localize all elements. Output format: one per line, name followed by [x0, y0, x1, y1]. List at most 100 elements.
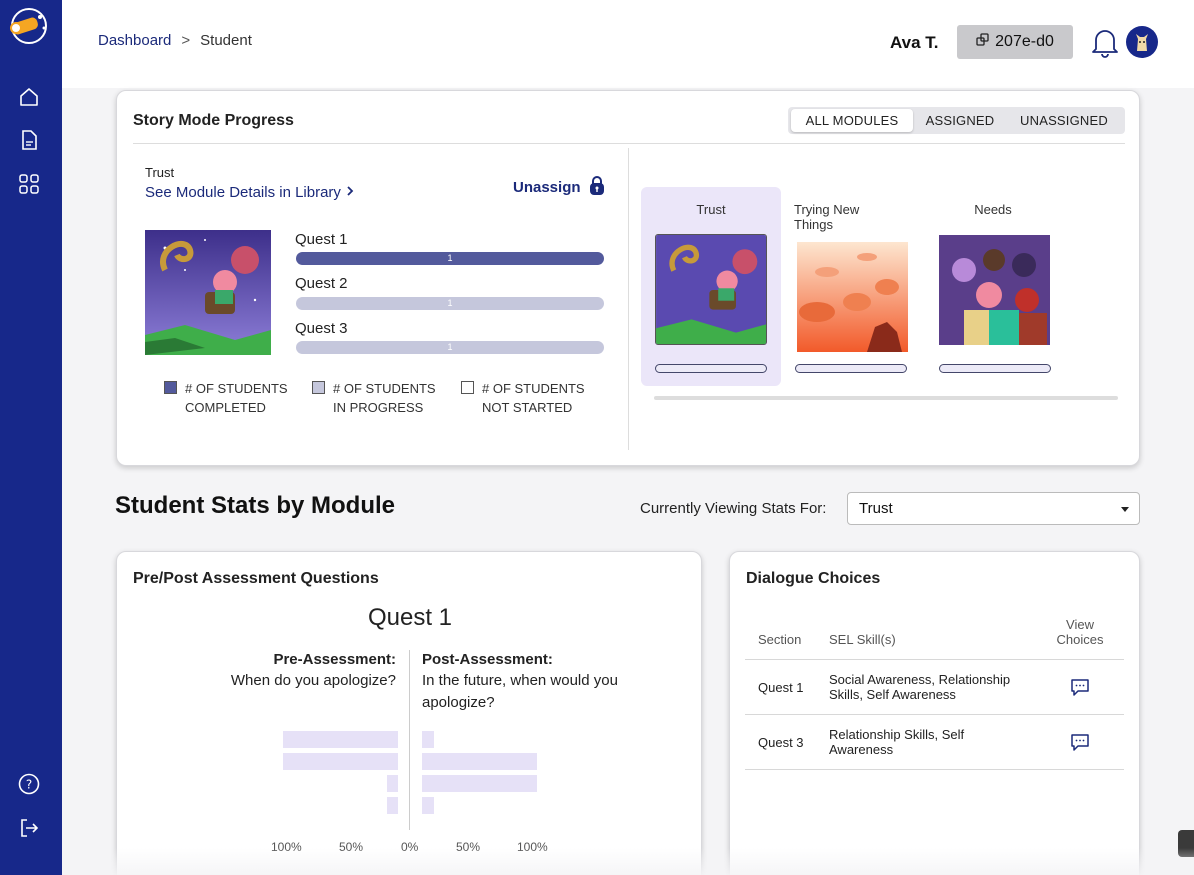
- tick-label: 50%: [339, 840, 364, 854]
- legend-completed-swatch: [164, 381, 177, 394]
- lock-icon: [589, 175, 605, 200]
- trust-module-art: [145, 230, 271, 355]
- trust-thumbnail: [655, 234, 767, 345]
- row-skills-line1: Social Awareness, Relationship: [829, 672, 1011, 687]
- quest-3-label: Quest 3: [295, 320, 348, 337]
- module-select-value: Trust: [859, 500, 893, 517]
- link-icon: [976, 32, 990, 52]
- legend-in-progress: # OF STUDENTS IN PROGRESS: [333, 379, 436, 417]
- legend-completed-line2: COMPLETED: [185, 400, 266, 415]
- telescope-logo[interactable]: [6, 8, 52, 44]
- class-code-button[interactable]: 207e-d0: [957, 25, 1073, 59]
- filter-assigned[interactable]: ASSIGNED: [919, 109, 1001, 132]
- filter-unassigned[interactable]: UNASSIGNED: [1008, 109, 1120, 132]
- class-code-text: 207e-d0: [995, 33, 1054, 50]
- avatar[interactable]: [1126, 26, 1158, 58]
- document-icon[interactable]: [17, 128, 41, 152]
- unassign-label: Unassign: [513, 179, 581, 196]
- pre-assessment-bar: [386, 775, 398, 792]
- top-header: Dashboard > Student Ava T. 207e-d0: [62, 0, 1194, 88]
- quest-3-progress-bar: 1: [296, 341, 604, 354]
- chevron-right-icon: [345, 184, 355, 201]
- legend-not-started-swatch: [461, 381, 474, 394]
- story-mode-title: Story Mode Progress: [133, 112, 294, 129]
- breadcrumb-separator: >: [181, 32, 191, 49]
- assessment-title: Pre/Post Assessment Questions: [133, 570, 379, 587]
- post-assessment-question: In the future, when would you apologize?: [422, 670, 618, 714]
- assessment-quest-heading: Quest 1: [367, 604, 453, 631]
- svg-text:?: ?: [26, 778, 32, 792]
- module-tile-needs[interactable]: Needs: [923, 187, 1063, 386]
- logout-icon[interactable]: [17, 816, 41, 840]
- module-filter-group: ALL MODULES ASSIGNED UNASSIGNED: [788, 107, 1125, 134]
- post-assessment-bar: [422, 775, 537, 792]
- unassign-button[interactable]: Unassign: [513, 175, 605, 200]
- view-header-line1: View: [1066, 617, 1094, 632]
- library-link[interactable]: See Module Details in Library: [145, 184, 355, 201]
- selected-module-name: Trust: [145, 165, 175, 180]
- quest-2-label: Quest 2: [295, 275, 348, 292]
- legend-in-progress-swatch: [312, 381, 325, 394]
- chat-bubble-icon[interactable]: [1070, 732, 1090, 752]
- help-icon[interactable]: ?: [17, 772, 41, 796]
- legend-completed-line1: # OF STUDENTS: [185, 381, 288, 396]
- module-tile-trying-new-things[interactable]: Trying New Things: [781, 187, 921, 386]
- legend-not-started-line2: NOT STARTED: [482, 400, 573, 415]
- grid-icon[interactable]: [17, 172, 41, 196]
- module-tile-trust[interactable]: Trust: [641, 187, 781, 386]
- quest-2-progress-bar: 1: [296, 297, 604, 310]
- post-assessment-bar: [422, 731, 434, 748]
- viewing-stats-label: Currently Viewing Stats For:: [640, 500, 827, 517]
- column-header-skills: SEL Skill(s): [829, 632, 896, 647]
- breadcrumb-current: Student: [200, 32, 252, 49]
- row-skills-line2: Skills, Self Awareness: [829, 687, 956, 702]
- pre-assessment-bar: [283, 753, 398, 770]
- post-assessment-heading: Post-Assessment:: [422, 651, 553, 668]
- row-skills-line1: Relationship Skills, Self: [829, 727, 965, 742]
- module-tile-progress: [795, 364, 907, 373]
- pre-assessment-bar: [386, 797, 398, 814]
- chat-bubble-icon[interactable]: [1070, 677, 1090, 697]
- caret-down-icon: [1121, 507, 1129, 512]
- dialogue-title: Dialogue Choices: [746, 570, 881, 587]
- sidebar: ?: [0, 0, 62, 875]
- view-header-line2: Choices: [1056, 632, 1104, 647]
- tick-label: 0%: [401, 840, 419, 854]
- post-question-line2: apologize?: [422, 694, 495, 711]
- user-name: Ava T.: [890, 33, 939, 52]
- column-header-view-choices: View Choices: [1048, 617, 1112, 647]
- trying-new-things-thumbnail: [797, 242, 908, 352]
- post-question-line1: In the future, when would you: [422, 672, 618, 689]
- module-tile-title: Trust: [696, 202, 726, 217]
- row-section: Quest 1: [758, 680, 804, 695]
- divider: [745, 714, 1124, 715]
- quest-1-progress-bar: 1: [296, 252, 604, 265]
- module-tile-progress: [655, 364, 767, 373]
- legend-in-progress-line1: # OF STUDENTS: [333, 381, 436, 396]
- divider: [745, 769, 1124, 770]
- bell-icon[interactable]: [1090, 26, 1120, 58]
- library-link-text: See Module Details in Library: [145, 184, 341, 201]
- module-tile-progress: [939, 364, 1051, 373]
- tick-label: 50%: [456, 840, 481, 854]
- quest-1-label: Quest 1: [295, 231, 348, 248]
- legend-not-started-line1: # OF STUDENTS: [482, 381, 585, 396]
- divider: [745, 659, 1124, 660]
- legend-completed: # OF STUDENTS COMPLETED: [185, 379, 288, 417]
- needs-thumbnail: [939, 235, 1050, 345]
- post-assessment-bar: [422, 797, 434, 814]
- filter-all-modules[interactable]: ALL MODULES: [791, 109, 913, 132]
- module-select[interactable]: Trust: [847, 492, 1140, 525]
- dialogue-choices-card: Dialogue Choices Section SEL Skill(s) Vi…: [729, 551, 1140, 875]
- module-tile-title: Needs: [974, 202, 1012, 217]
- assessment-card: Pre/Post Assessment Questions Quest 1 Pr…: [116, 551, 702, 875]
- module-carousel-scrollbar[interactable]: [654, 396, 1118, 400]
- row-skills: Relationship Skills, Self Awareness: [829, 727, 964, 757]
- breadcrumb-dashboard[interactable]: Dashboard: [98, 32, 171, 49]
- tick-label: 100%: [271, 840, 302, 854]
- scroll-handle[interactable]: [1178, 830, 1194, 857]
- row-skills-line2: Awareness: [829, 742, 894, 757]
- pre-assessment-heading: Pre-Assessment:: [273, 651, 396, 668]
- home-icon[interactable]: [17, 85, 41, 109]
- row-skills: Social Awareness, Relationship Skills, S…: [829, 672, 1010, 702]
